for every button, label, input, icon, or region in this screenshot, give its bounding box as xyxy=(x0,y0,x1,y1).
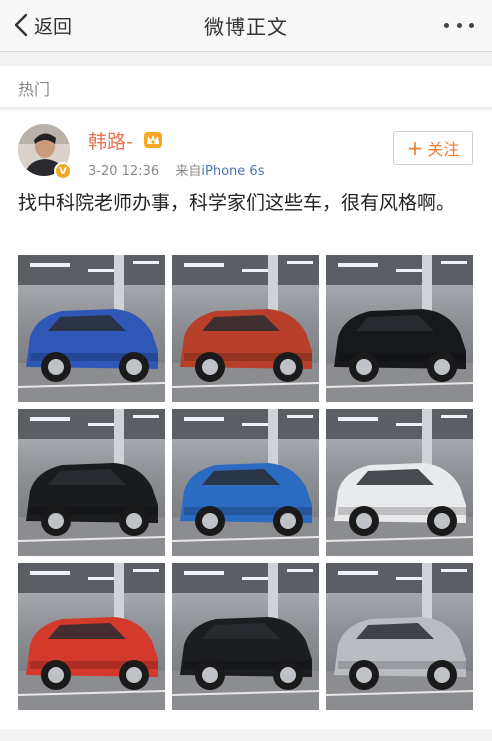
section-label: 热门 xyxy=(18,80,51,99)
post-source[interactable]: iPhone 6s xyxy=(201,164,264,179)
more-dot-icon xyxy=(444,22,449,28)
follow-button[interactable]: + 关注 xyxy=(393,131,473,165)
more-dot-icon xyxy=(469,22,474,28)
post-photo[interactable] xyxy=(18,409,165,556)
post-photo[interactable] xyxy=(172,563,319,710)
post-photo[interactable] xyxy=(326,563,473,710)
post-photo[interactable] xyxy=(172,409,319,556)
page-title: 微博正文 xyxy=(204,15,288,39)
post-text: 找中科院老师办事，科学家们这些车，很有风格啊。 xyxy=(18,192,456,214)
car-photo-icon xyxy=(18,409,165,556)
member-crown-icon[interactable] xyxy=(143,130,163,150)
section-header: 热门 xyxy=(0,66,492,108)
car-photo-icon xyxy=(172,563,319,710)
post-time: 3-20 12:36 xyxy=(88,164,160,179)
car-photo-icon xyxy=(18,255,165,402)
post-photo[interactable] xyxy=(326,255,473,402)
navigation-bar: 返回 微博正文 xyxy=(0,0,492,52)
post-photo[interactable] xyxy=(326,409,473,556)
plus-icon: + xyxy=(406,136,424,160)
source-prefix: 来自 xyxy=(175,164,202,179)
photo-grid xyxy=(18,255,473,711)
follow-label: 关注 xyxy=(427,140,460,159)
more-dot-icon xyxy=(456,22,462,28)
more-options-button[interactable] xyxy=(444,16,474,34)
post-meta: 3-20 12:36 来自iPhone 6s xyxy=(88,160,264,179)
username[interactable]: 韩路- xyxy=(88,127,133,154)
verified-badge-icon: V xyxy=(54,162,72,180)
car-photo-icon xyxy=(326,409,473,556)
car-photo-icon xyxy=(172,409,319,556)
post-card: V 韩路- 3-20 12:36 来自iPhone 6s + 关注 找中科院老师… xyxy=(0,110,492,729)
car-photo-icon xyxy=(326,563,473,710)
car-photo-icon xyxy=(326,255,473,402)
post-photo[interactable] xyxy=(18,563,165,710)
car-photo-icon xyxy=(18,563,165,710)
post-photo[interactable] xyxy=(172,255,319,402)
post-photo[interactable] xyxy=(18,255,165,402)
car-photo-icon xyxy=(172,255,319,402)
